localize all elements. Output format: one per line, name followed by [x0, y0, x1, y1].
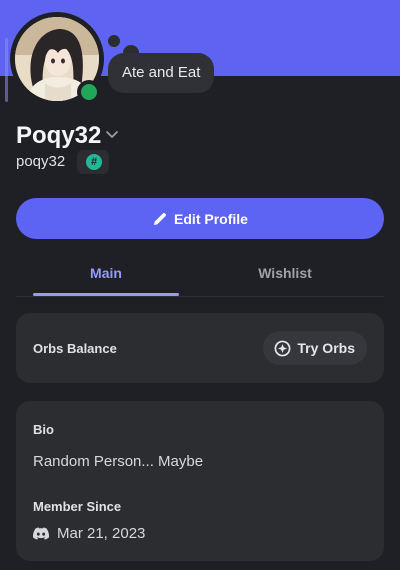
pencil-icon	[154, 212, 166, 225]
bio-heading: Bio	[33, 422, 54, 437]
status-bubble-tail-small	[108, 35, 120, 47]
display-name: Poqy32	[16, 122, 102, 149]
orb-icon	[274, 340, 291, 356]
orbs-balance-label: Orbs Balance	[33, 341, 117, 356]
tab-main[interactable]: Main	[33, 256, 179, 296]
try-orbs-button[interactable]: Try Orbs	[263, 331, 367, 365]
tab-divider	[16, 296, 384, 297]
member-since-row: Mar 21, 2023	[33, 525, 145, 542]
try-orbs-label: Try Orbs	[297, 340, 355, 356]
edit-profile-button[interactable]: Edit Profile	[16, 198, 384, 239]
hash-icon: #	[86, 154, 102, 170]
edit-profile-label: Edit Profile	[174, 210, 248, 227]
member-since-heading: Member Since	[33, 499, 122, 514]
custom-status-bubble[interactable]: Ate and Eat	[108, 53, 215, 93]
orbs-balance-card: Orbs Balance Try Orbs	[16, 313, 384, 383]
about-card: Bio Random Person... Maybe Member Since …	[16, 401, 384, 561]
panel-edge	[5, 38, 8, 102]
server-tag-badge[interactable]: #	[77, 150, 109, 174]
tab-wishlist[interactable]: Wishlist	[212, 256, 358, 296]
bio-text: Random Person... Maybe	[33, 453, 204, 470]
chevron-down-icon[interactable]	[104, 126, 120, 142]
member-since-date: Mar 21, 2023	[57, 525, 146, 542]
online-status-indicator	[81, 84, 97, 100]
username: poqy32	[16, 153, 66, 170]
discord-icon	[33, 527, 49, 540]
